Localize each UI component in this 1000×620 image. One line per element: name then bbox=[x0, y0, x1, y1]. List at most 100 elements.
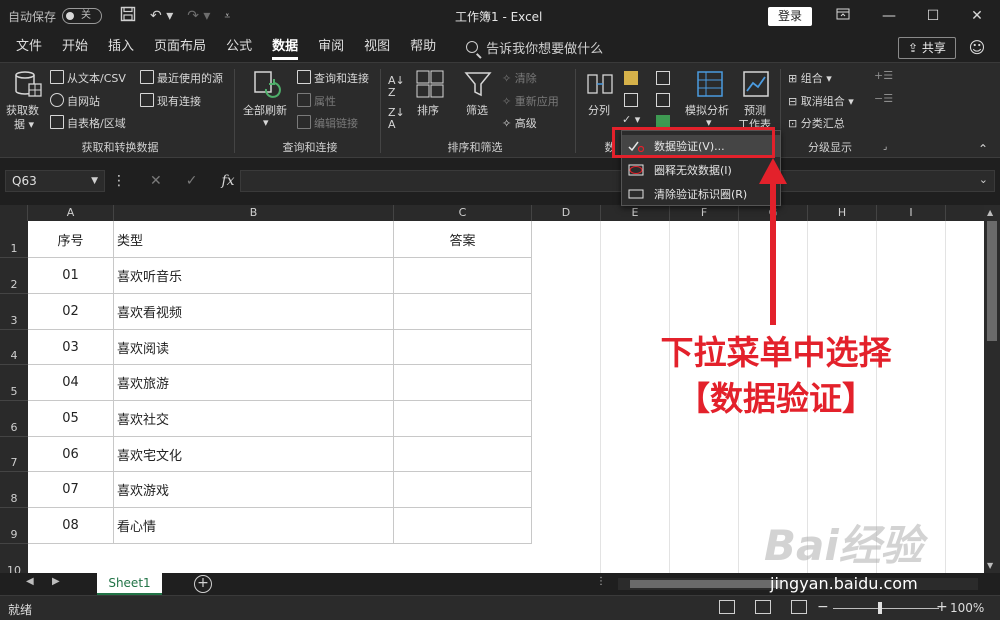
cell-b[interactable]: 喜欢旅游 bbox=[114, 365, 394, 401]
column-header-e[interactable]: E bbox=[601, 205, 670, 221]
more-icon[interactable]: ⋮ bbox=[112, 170, 126, 192]
name-box[interactable]: Q63 ▼ bbox=[5, 170, 105, 192]
maximize-icon[interactable]: ☐ bbox=[918, 4, 948, 28]
cell-a[interactable]: 03 bbox=[28, 330, 114, 365]
cell-c[interactable] bbox=[394, 401, 532, 437]
zoom-in-icon[interactable]: + bbox=[936, 599, 948, 615]
autosave-toggle[interactable]: 关 bbox=[62, 8, 103, 24]
group-button[interactable]: ⊞ 组合 ▾ bbox=[788, 70, 832, 86]
existing-connections-button[interactable]: 现有连接 bbox=[157, 93, 201, 109]
row-header[interactable]: 1 bbox=[0, 221, 28, 258]
row-header[interactable]: 2 bbox=[0, 258, 28, 294]
insert-function-icon[interactable]: fx bbox=[221, 170, 234, 192]
empty-column[interactable] bbox=[532, 221, 601, 573]
cell-c[interactable] bbox=[394, 330, 532, 365]
formula-input[interactable]: ⌄ bbox=[240, 170, 995, 192]
autosave[interactable]: 自动保存 关 bbox=[8, 8, 103, 25]
tab-review[interactable]: 审阅 bbox=[318, 32, 344, 62]
clear-filter-button[interactable]: ✧ 清除 bbox=[502, 70, 537, 86]
outline-dialog-launcher-icon[interactable]: ⌟ bbox=[883, 142, 887, 152]
tell-me-search[interactable]: 告诉我你想要做什么 bbox=[466, 38, 603, 57]
add-sheet-icon[interactable]: + bbox=[194, 575, 212, 593]
consolidate-icon[interactable] bbox=[656, 71, 670, 85]
advanced-filter-button[interactable]: ✧ 高级 bbox=[502, 115, 537, 131]
redo-icon[interactable]: ↷ ▾ bbox=[187, 8, 210, 24]
tab-view[interactable]: 视图 bbox=[364, 32, 390, 62]
tab-home[interactable]: 开始 bbox=[62, 32, 88, 62]
hide-detail-icon[interactable]: −☰ bbox=[874, 92, 893, 105]
column-header-b[interactable]: B bbox=[114, 205, 394, 221]
refresh-all-dropdown-icon[interactable]: ▾ bbox=[263, 116, 269, 129]
get-data-icon[interactable] bbox=[13, 69, 43, 99]
row-header[interactable]: 4 bbox=[0, 330, 28, 365]
cell-b[interactable]: 喜欢宅文化 bbox=[114, 437, 394, 472]
cell-a[interactable]: 08 bbox=[28, 508, 114, 544]
column-header-j[interactable] bbox=[946, 205, 984, 221]
column-header-i[interactable]: I bbox=[877, 205, 946, 221]
text-to-columns-button[interactable]: 分列 bbox=[588, 102, 610, 118]
cell-b[interactable]: 喜欢阅读 bbox=[114, 330, 394, 365]
filter-icon[interactable] bbox=[463, 69, 493, 99]
prev-sheet-icon[interactable]: ◀ bbox=[26, 576, 34, 587]
row-header[interactable]: 5 bbox=[0, 365, 28, 401]
zoom-slider-knob[interactable] bbox=[878, 602, 882, 614]
subtotal-button[interactable]: ⊡ 分类汇总 bbox=[788, 115, 845, 131]
flash-fill-icon[interactable] bbox=[624, 71, 638, 85]
cell-c[interactable] bbox=[394, 437, 532, 472]
sort-button[interactable]: 排序 bbox=[417, 102, 439, 118]
login-button[interactable]: 登录 bbox=[768, 7, 812, 26]
customize-qa-icon[interactable]: ⩡ bbox=[224, 11, 230, 22]
what-if-icon[interactable] bbox=[695, 69, 725, 99]
sort-icon[interactable] bbox=[415, 69, 445, 99]
refresh-all-icon[interactable] bbox=[252, 69, 282, 99]
row-header[interactable]: 7 bbox=[0, 437, 28, 472]
cell-b[interactable]: 喜欢社交 bbox=[114, 401, 394, 437]
reapply-button[interactable]: ✧ 重新应用 bbox=[502, 93, 559, 109]
row-header[interactable]: 8 bbox=[0, 472, 28, 508]
cancel-icon[interactable]: ✕ bbox=[150, 170, 162, 192]
share-button[interactable]: ⇪ 共享 bbox=[898, 37, 956, 59]
tab-data[interactable]: 数据 bbox=[272, 32, 299, 62]
recent-sources-button[interactable]: 最近使用的源 bbox=[157, 70, 223, 86]
hscroll-thumb[interactable] bbox=[630, 580, 780, 588]
close-icon[interactable]: ✕ bbox=[962, 4, 992, 28]
tab-page-layout[interactable]: 页面布局 bbox=[154, 32, 206, 62]
cell-a[interactable]: 04 bbox=[28, 365, 114, 401]
tab-formulas[interactable]: 公式 bbox=[226, 32, 252, 62]
column-header-c[interactable]: C bbox=[394, 205, 532, 221]
row-header[interactable]: 6 bbox=[0, 401, 28, 437]
filter-button[interactable]: 筛选 bbox=[466, 102, 488, 118]
expand-formula-icon[interactable]: ⌄ bbox=[979, 173, 988, 186]
select-all-corner[interactable] bbox=[0, 205, 28, 221]
column-header-a[interactable]: A bbox=[28, 205, 114, 221]
cell-b1[interactable]: 类型 bbox=[114, 221, 394, 258]
cell-c[interactable] bbox=[394, 472, 532, 508]
undo-icon[interactable]: ↶ ▾ bbox=[150, 8, 173, 24]
page-layout-view-icon[interactable] bbox=[755, 600, 771, 614]
column-header-h[interactable]: H bbox=[808, 205, 877, 221]
cell-b[interactable]: 看心情 bbox=[114, 508, 394, 544]
from-table-button[interactable]: 自表格/区域 bbox=[67, 115, 126, 131]
cell-a[interactable]: 02 bbox=[28, 294, 114, 330]
scroll-thumb[interactable] bbox=[987, 221, 997, 341]
tab-insert[interactable]: 插入 bbox=[108, 32, 134, 62]
zoom-slider[interactable] bbox=[833, 608, 939, 609]
cell-b[interactable]: 喜欢游戏 bbox=[114, 472, 394, 508]
row-header[interactable]: 9 bbox=[0, 508, 28, 544]
cell-c[interactable] bbox=[394, 258, 532, 294]
next-sheet-icon[interactable]: ▶ bbox=[52, 576, 60, 587]
feedback-smiley-icon[interactable]: ☺ bbox=[966, 37, 988, 59]
minimize-icon[interactable]: — bbox=[874, 4, 904, 28]
from-web-button[interactable]: 自网站 bbox=[67, 93, 100, 109]
cell-b[interactable]: 喜欢看视频 bbox=[114, 294, 394, 330]
cell-c1[interactable]: 答案 bbox=[394, 221, 532, 258]
relationships-icon[interactable] bbox=[656, 93, 670, 107]
cell-a[interactable]: 06 bbox=[28, 437, 114, 472]
enter-icon[interactable]: ✓ bbox=[186, 170, 198, 192]
queries-connections-button[interactable]: 查询和连接 bbox=[314, 70, 369, 86]
cell-a[interactable]: 01 bbox=[28, 258, 114, 294]
menu-item-clear-circles[interactable]: 清除验证标识圈(R) bbox=[622, 183, 780, 205]
edit-links-button[interactable]: 编辑链接 bbox=[314, 115, 358, 131]
vertical-scrollbar[interactable]: ▲ ▼ bbox=[984, 205, 1000, 573]
ungroup-button[interactable]: ⊟ 取消组合 ▾ bbox=[788, 93, 854, 109]
